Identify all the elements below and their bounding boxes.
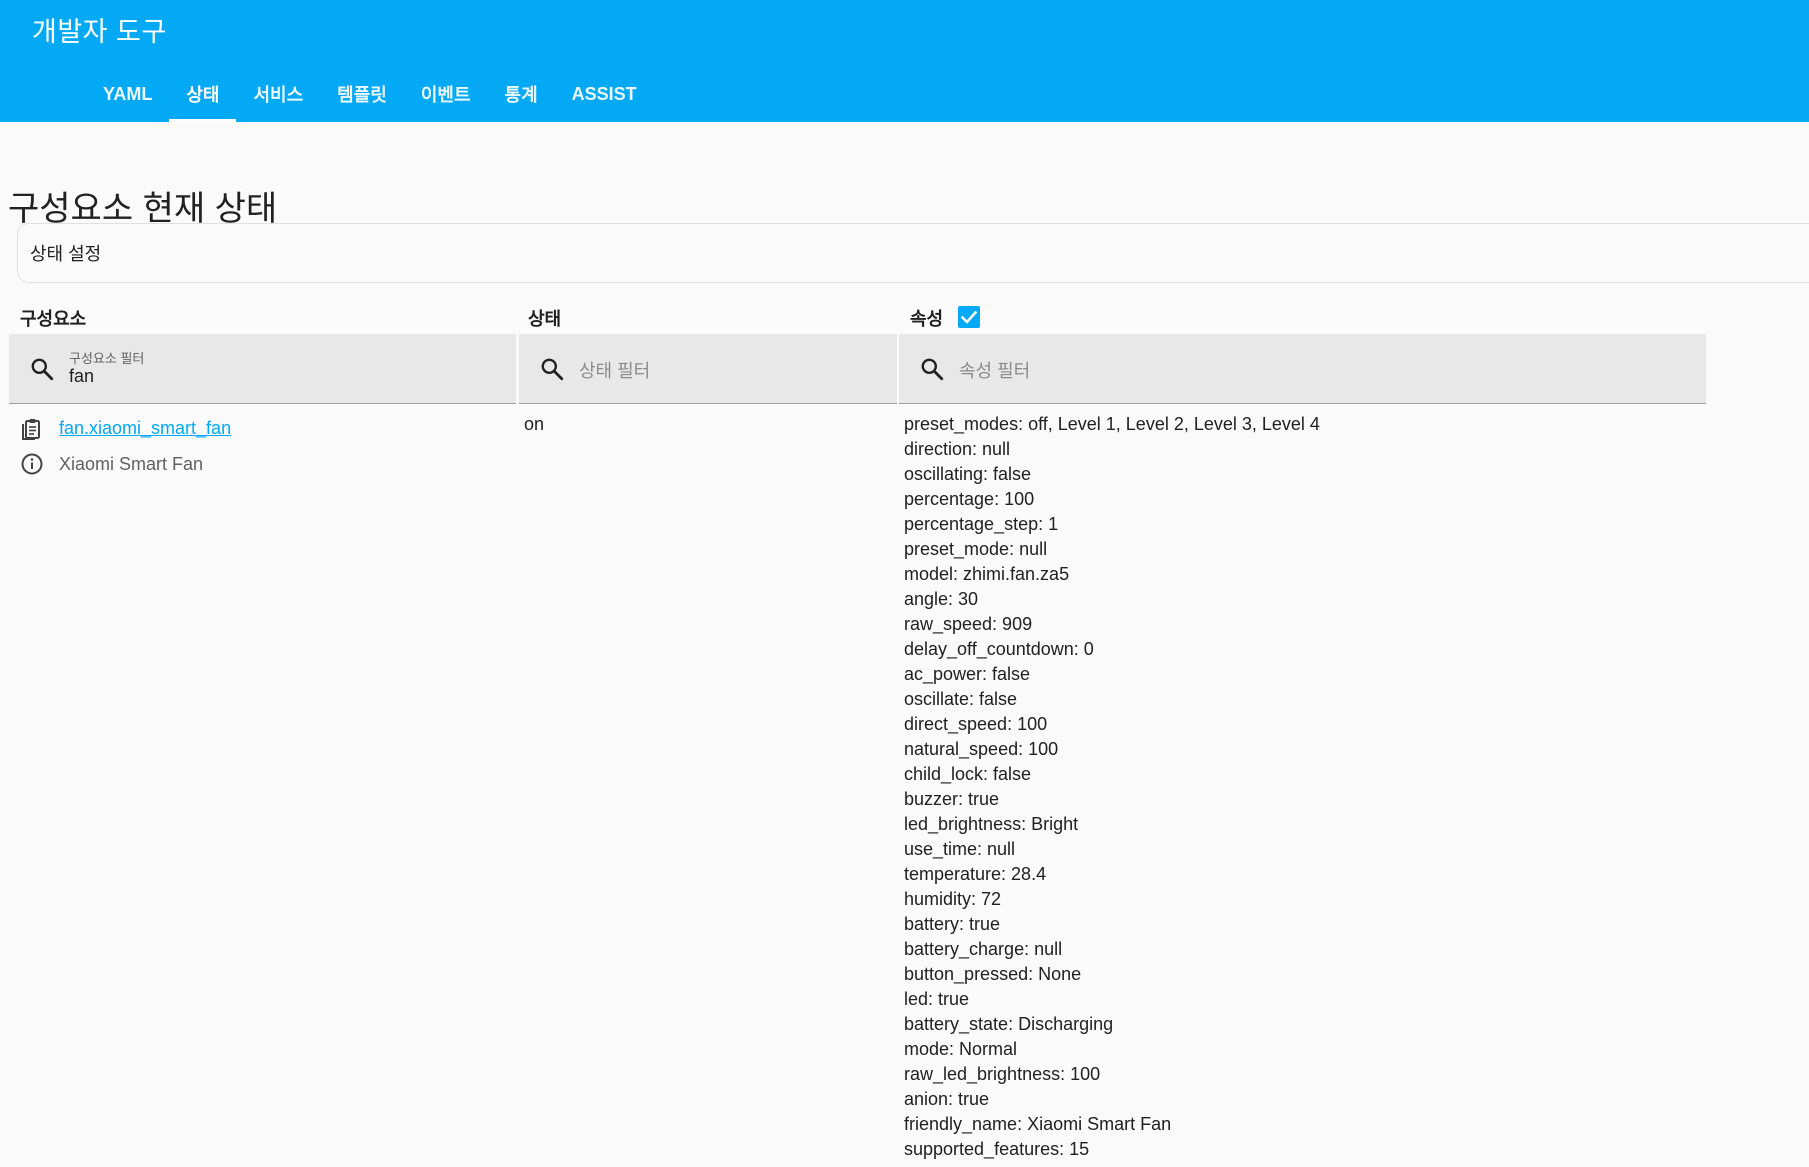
attribute-item: child_lock: false	[904, 764, 1032, 784]
attribute-item: use_time: null	[904, 839, 1016, 859]
set-state-expander[interactable]: 상태 설정	[17, 223, 1809, 283]
attribute-item: oscillating: false	[904, 464, 1032, 484]
attribute-item: raw_speed: 909	[904, 614, 1033, 634]
attribute-item: humidity: 72	[904, 889, 1002, 909]
info-icon[interactable]	[20, 452, 44, 476]
attribute-item: direct_speed: 100	[904, 714, 1048, 734]
attribute-list: preset_modes: off, Level 1, Level 2, Lev…	[904, 412, 1320, 1162]
entity-id-link[interactable]: fan.xiaomi_smart_fan	[59, 418, 231, 439]
search-icon	[541, 358, 564, 381]
search-icon	[31, 358, 54, 381]
entity-friendly-name: Xiaomi Smart Fan	[59, 454, 204, 474]
attributes-filter-placeholder: 속성 필터	[959, 361, 1031, 381]
tab-yaml[interactable]: YAML	[86, 66, 169, 122]
attribute-item: anion: true	[904, 1089, 990, 1109]
attribute-item: led: true	[904, 989, 970, 1009]
column-header-entity: 구성요소	[20, 309, 87, 329]
entity-filter-input[interactable]	[69, 366, 369, 387]
attribute-item: temperature: 28.4	[904, 864, 1047, 884]
clipboard-icon[interactable]	[20, 417, 44, 441]
attribute-item: natural_speed: 100	[904, 739, 1059, 759]
attribute-item: direction: null	[904, 439, 1011, 459]
attribute-item: battery: true	[904, 914, 1001, 934]
attribute-item: percentage: 100	[904, 489, 1035, 509]
search-icon	[921, 358, 944, 381]
entity-state: on	[524, 414, 545, 434]
tab-statistics[interactable]: 통계	[488, 66, 555, 122]
column-header-attributes: 속성	[910, 309, 944, 329]
attribute-item: model: zhimi.fan.za5	[904, 564, 1070, 584]
attributes-filter[interactable]: 속성 필터	[899, 334, 1706, 404]
attribute-item: percentage_step: 1	[904, 514, 1059, 534]
attribute-item: buzzer: true	[904, 789, 1000, 809]
tab-assist[interactable]: ASSIST	[555, 66, 654, 122]
attribute-item: friendly_name: Xiaomi Smart Fan	[904, 1114, 1172, 1134]
attribute-item: preset_modes: off, Level 1, Level 2, Lev…	[904, 414, 1320, 434]
set-state-label: 상태 설정	[30, 244, 102, 264]
entity-filter[interactable]: 구성요소 필터	[9, 334, 516, 404]
attribute-item: preset_mode: null	[904, 539, 1048, 559]
attribute-item: button_pressed: None	[904, 964, 1082, 984]
entity-filter-label: 구성요소 필터	[69, 351, 145, 366]
state-filter[interactable]: 상태 필터	[519, 334, 897, 404]
check-icon	[960, 310, 978, 324]
attribute-item: supported_features: 15	[904, 1139, 1090, 1159]
attribute-item: raw_led_brightness: 100	[904, 1064, 1101, 1084]
tab-events[interactable]: 이벤트	[404, 66, 488, 122]
attribute-item: angle: 30	[904, 589, 979, 609]
attribute-item: mode: Normal	[904, 1039, 1018, 1059]
column-header-state: 상태	[528, 309, 562, 329]
attribute-item: battery_state: Discharging	[904, 1014, 1114, 1034]
attribute-item: oscillate: false	[904, 689, 1018, 709]
show-attributes-checkbox[interactable]	[958, 306, 980, 328]
attribute-item: delay_off_countdown: 0	[904, 639, 1094, 659]
app-toolbar: 개발자 도구 YAML 상태 서비스 템플릿 이벤트 통계 ASSIST	[0, 0, 1809, 122]
state-filter-placeholder: 상태 필터	[579, 361, 651, 381]
attribute-item: ac_power: false	[904, 664, 1031, 684]
tab-services[interactable]: 서비스	[236, 66, 320, 122]
attribute-item: led_brightness: Bright	[904, 814, 1079, 834]
attribute-item: battery_charge: null	[904, 939, 1063, 959]
tab-states[interactable]: 상태	[169, 66, 237, 122]
app-title: 개발자 도구	[32, 17, 167, 47]
tab-template[interactable]: 템플릿	[320, 66, 404, 122]
tab-bar: YAML 상태 서비스 템플릿 이벤트 통계 ASSIST	[86, 66, 654, 122]
